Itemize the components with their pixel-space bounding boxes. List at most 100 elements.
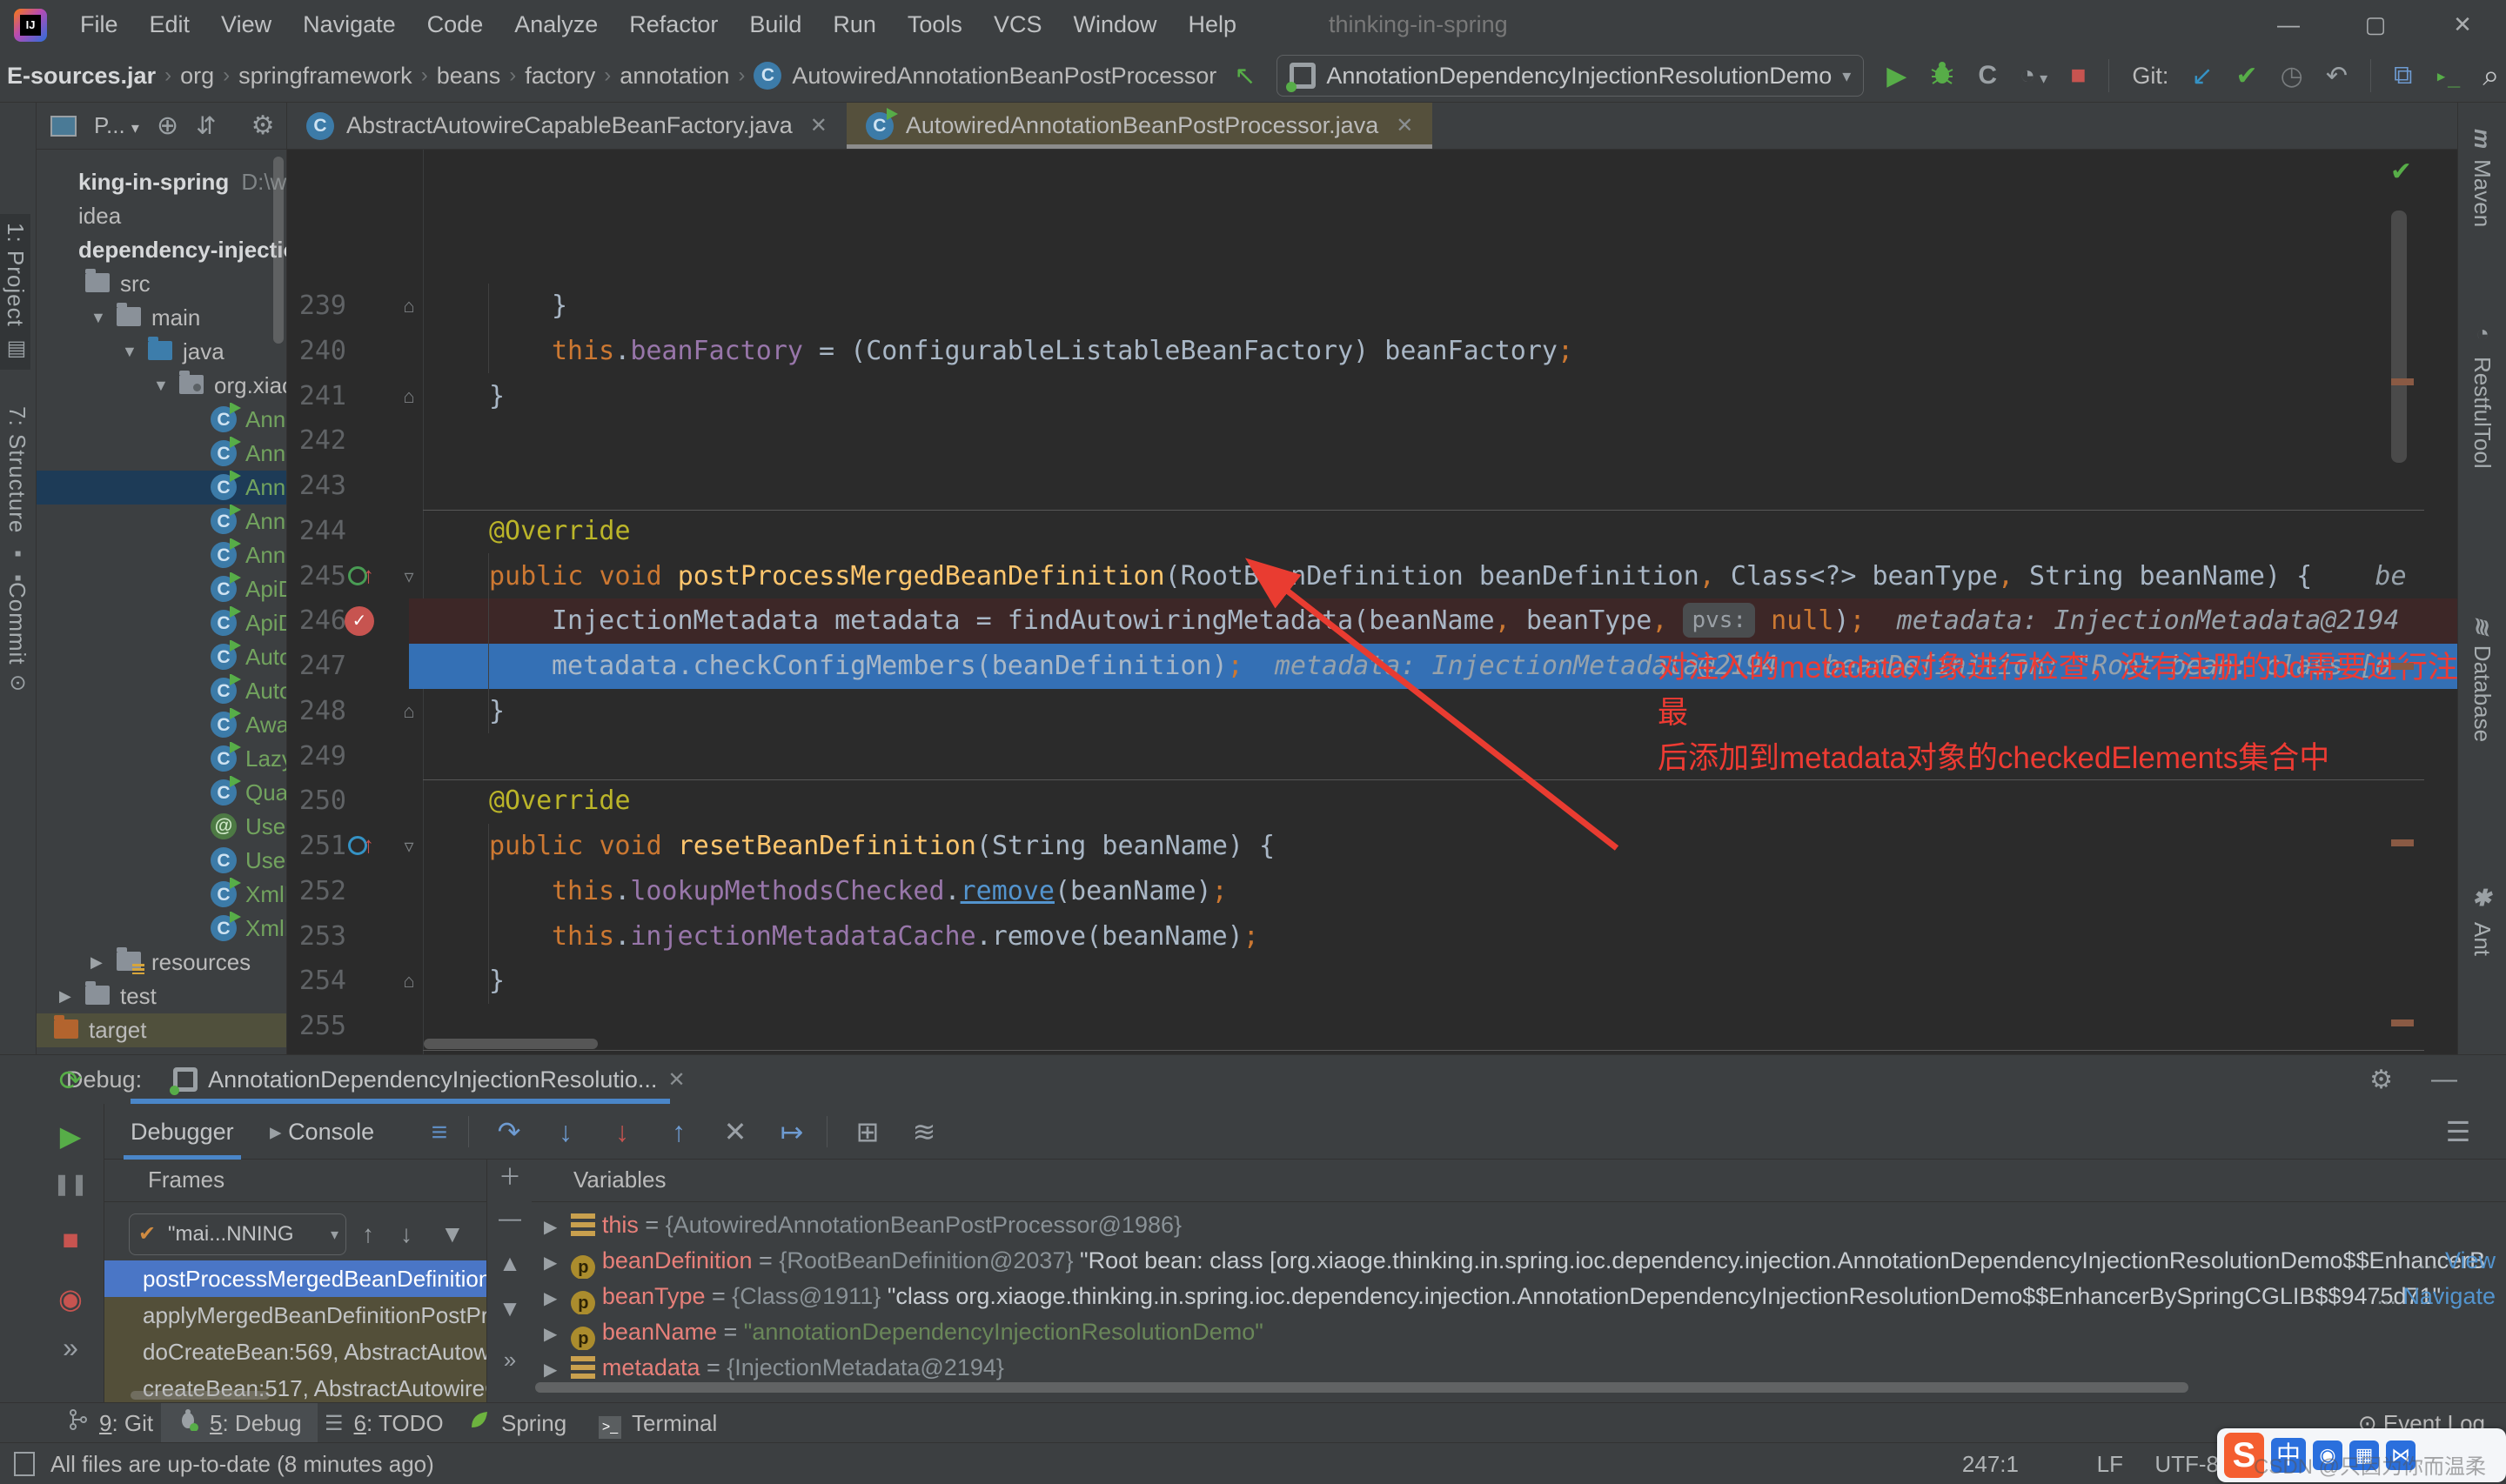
fold-marker-icon[interactable]: ⌂ bbox=[399, 959, 419, 1004]
fold-marker-icon[interactable]: ⌂ bbox=[399, 374, 419, 419]
menu-help[interactable]: Help bbox=[1175, 6, 1251, 43]
menu-navigate[interactable]: Navigate bbox=[289, 6, 410, 43]
tool-tab-todo[interactable]: ☰6: TODO bbox=[309, 1403, 459, 1443]
variable-row[interactable]: ▶p beanName = "annotationDependencyInjec… bbox=[532, 1314, 2506, 1350]
tool-tab-spring[interactable]: Spring bbox=[452, 1403, 582, 1443]
variable-row[interactable]: ▶p beanDefinition = {RootBeanDefinition@… bbox=[532, 1243, 2506, 1279]
tree-item-lazyann[interactable]: CLazyAnn bbox=[37, 742, 287, 776]
fold-marker-icon[interactable]: ▿ bbox=[399, 554, 419, 599]
overrides-method-icon[interactable] bbox=[348, 836, 367, 855]
tree-item-annotati[interactable]: CAnnotati bbox=[37, 471, 287, 505]
git-history-button[interactable]: ◷ bbox=[2281, 61, 2303, 91]
tool-tab-terminal[interactable]: >_Terminal bbox=[583, 1403, 733, 1443]
minimize-button[interactable]: — bbox=[2245, 0, 2332, 50]
tree-item-main[interactable]: ▼main bbox=[37, 301, 287, 335]
tree-item-org.xiaoge.t[interactable]: ▼org.xiaoge.t bbox=[37, 369, 287, 403]
local-changes-button[interactable]: ⧉ bbox=[2394, 61, 2412, 90]
tool-tab-debug[interactable]: 5: Debug bbox=[161, 1403, 318, 1443]
filter-icon[interactable]: ▼ bbox=[440, 1213, 465, 1255]
tree-expand-icon[interactable]: ▼ bbox=[122, 335, 137, 369]
view-breakpoints-icon[interactable]: ◉ bbox=[37, 1282, 104, 1315]
step-into-icon[interactable]: ↓ bbox=[544, 1104, 587, 1160]
fold-marker-icon[interactable]: ⌂ bbox=[399, 284, 419, 329]
stack-frame[interactable]: doCreateBean:569, AbstractAutowir bbox=[104, 1334, 487, 1370]
remove-watch-icon[interactable]: — bbox=[488, 1205, 532, 1232]
evaluate-expression-icon[interactable]: ⊞ bbox=[846, 1104, 889, 1160]
code-editor[interactable]: 239⌂}240this.beanFactory = (Configurable… bbox=[287, 150, 2457, 1054]
layout-icon[interactable]: ☰ bbox=[2436, 1104, 2480, 1160]
tree-item-userhold[interactable]: CUserHold bbox=[37, 844, 287, 878]
editor-vertical-scrollbar[interactable] bbox=[2391, 211, 2407, 463]
stack-frame[interactable]: applyMergedBeanDefinitionPostPro bbox=[104, 1297, 487, 1334]
git-update-button[interactable]: ↙ bbox=[2191, 61, 2213, 91]
project-view-select[interactable]: P... ▾ bbox=[94, 112, 139, 139]
breadcrumb-item[interactable]: springframework bbox=[238, 63, 412, 90]
line-ending-indicator[interactable]: LF bbox=[2097, 1443, 2123, 1484]
resume-icon[interactable]: ▶ bbox=[37, 1120, 104, 1153]
tree-item-java[interactable]: ▼java bbox=[37, 335, 287, 369]
tree-item-src[interactable]: src bbox=[37, 267, 287, 301]
tree-item-awareint[interactable]: CAwareInt bbox=[37, 708, 287, 742]
fold-marker-icon[interactable]: ⌂ bbox=[399, 689, 419, 734]
menu-file[interactable]: File bbox=[66, 6, 132, 43]
line-number[interactable]: 245 bbox=[292, 554, 346, 599]
close-icon[interactable]: ✕ bbox=[667, 1067, 685, 1093]
frame-up-icon[interactable]: ↑ bbox=[362, 1213, 374, 1255]
editor-tab[interactable]: CAutowiredAnnotationBeanPostProcessor.ja… bbox=[847, 103, 1432, 149]
tree-expand-icon[interactable]: ▶ bbox=[90, 946, 103, 979]
error-stripe-mark[interactable] bbox=[2391, 378, 2414, 385]
maximize-button[interactable]: ▢ bbox=[2332, 0, 2419, 50]
breadcrumb-class-name[interactable]: AutowiredAnnotationBeanPostProcessor bbox=[792, 63, 1216, 90]
tree-scrollbar[interactable] bbox=[273, 157, 284, 344]
debug-tab-debugger[interactable]: Debugger bbox=[131, 1104, 234, 1160]
variables-scrollbar[interactable] bbox=[535, 1382, 2188, 1393]
locate-file-button[interactable]: ⊕ bbox=[157, 110, 178, 141]
tree-item-annotati[interactable]: CAnnotati bbox=[37, 505, 287, 538]
line-number[interactable]: 242 bbox=[292, 418, 346, 464]
breakpoint-icon[interactable]: ✓ bbox=[345, 606, 374, 636]
debug-tab-console[interactable]: ▸ Console bbox=[270, 1104, 374, 1160]
breadcrumb-item[interactable]: org bbox=[180, 63, 214, 90]
stripe-database[interactable]: ≋Database bbox=[2469, 616, 2496, 742]
fold-marker-icon[interactable]: ▿ bbox=[399, 824, 419, 869]
line-number[interactable]: 247 bbox=[292, 644, 346, 689]
run-to-cursor-icon[interactable]: ↦ bbox=[770, 1104, 814, 1160]
line-number[interactable]: 241 bbox=[292, 374, 346, 419]
menu-run[interactable]: Run bbox=[819, 6, 890, 43]
tree-item-idea[interactable]: idea bbox=[37, 199, 287, 233]
menu-analyze[interactable]: Analyze bbox=[500, 6, 612, 43]
run-anything-button[interactable]: ▸_ bbox=[2435, 64, 2460, 88]
value-navigate-link[interactable]: ... Navigate bbox=[2376, 1279, 2496, 1314]
tree-item-autowiri[interactable]: CAutowiri bbox=[37, 674, 287, 708]
line-number[interactable]: 252 bbox=[292, 869, 346, 914]
expand-icon[interactable]: ▶ bbox=[544, 1360, 557, 1380]
pause-icon[interactable]: ❚❚ bbox=[37, 1172, 104, 1197]
debug-button[interactable] bbox=[1929, 59, 1955, 92]
tree-item-apidepe[interactable]: CApiDepe bbox=[37, 606, 287, 640]
tree-item-annotati[interactable]: CAnnotati bbox=[37, 403, 287, 437]
line-number[interactable]: 239 bbox=[292, 284, 346, 329]
tree-item-test[interactable]: ▶test bbox=[37, 979, 287, 1013]
close-button[interactable]: ✕ bbox=[2419, 0, 2506, 50]
error-stripe-mark[interactable] bbox=[2391, 1019, 2414, 1026]
menu-window[interactable]: Window bbox=[1059, 6, 1170, 43]
drop-frame-icon[interactable]: ✕ bbox=[714, 1104, 757, 1160]
line-number[interactable]: 246 bbox=[292, 598, 346, 644]
rerun-debug-icon[interactable]: ⟳ bbox=[37, 1064, 104, 1097]
tool-tab-git[interactable]: 9: Git bbox=[52, 1403, 169, 1443]
gear-icon[interactable]: ⚙ bbox=[2369, 1065, 2393, 1095]
stripe-1-project[interactable]: 1: Project▤ bbox=[0, 214, 30, 370]
coverage-button[interactable]: C bbox=[1978, 61, 1997, 90]
line-number[interactable]: 255 bbox=[292, 1004, 346, 1049]
stripe-restfultool[interactable]: ◔RestfulTool bbox=[2469, 320, 2496, 469]
editor-tab[interactable]: CAbstractAutowireCapableBeanFactory.java… bbox=[287, 103, 847, 149]
step-over-icon[interactable]: ↷ bbox=[487, 1104, 531, 1160]
line-number[interactable]: 240 bbox=[292, 329, 346, 374]
menu-build[interactable]: Build bbox=[735, 6, 815, 43]
menu-code[interactable]: Code bbox=[413, 6, 498, 43]
stripe-ant[interactable]: ✱Ant bbox=[2469, 886, 2496, 956]
add-watch-icon[interactable]: ＋ bbox=[488, 1160, 532, 1192]
stop-button[interactable]: ■ bbox=[2070, 61, 2086, 90]
git-rollback-button[interactable]: ↶ bbox=[2326, 61, 2348, 91]
expand-icon[interactable]: ▶ bbox=[544, 1218, 557, 1237]
